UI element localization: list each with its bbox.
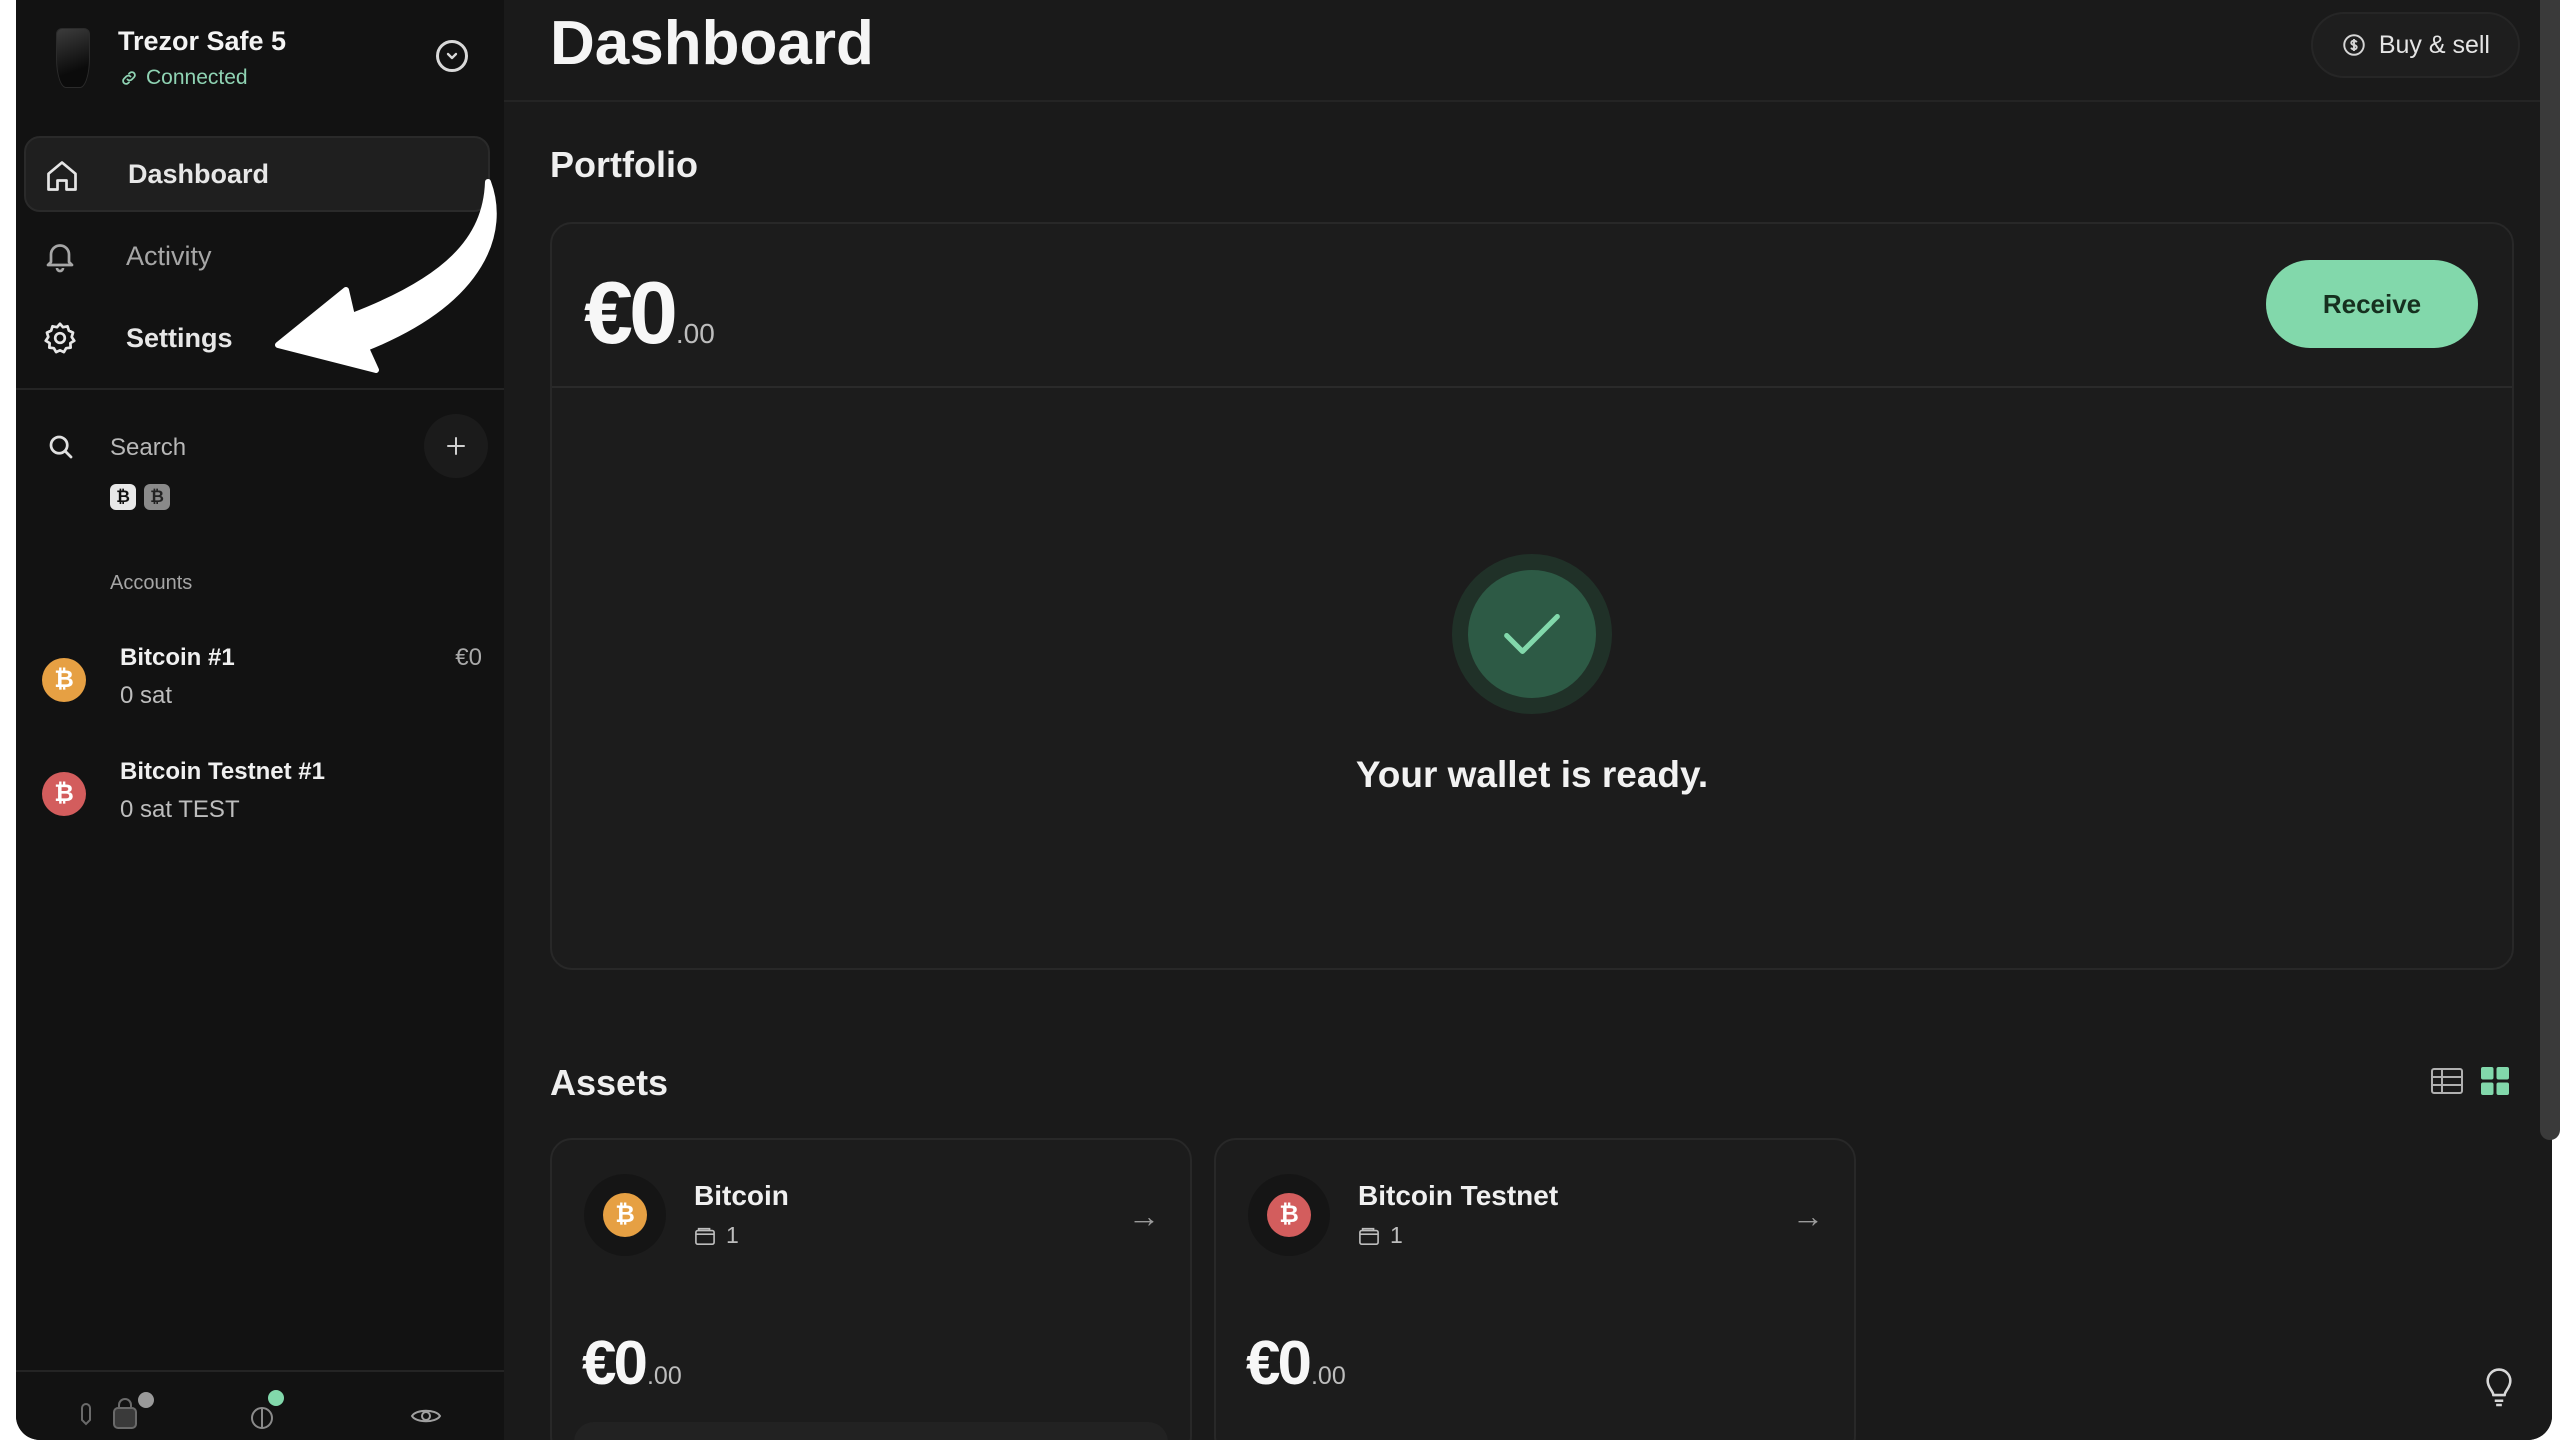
asset-amount: €0 .00	[582, 1328, 682, 1399]
accounts-heading: Accounts	[110, 572, 193, 594]
main-content: Dashboard Buy & sell Portfolio €0 .00 Re…	[504, 0, 2552, 1440]
asset-accounts-count: 1	[1358, 1222, 1403, 1249]
device-header[interactable]: Trezor Safe 5 Connected	[38, 22, 478, 102]
wallet-icon	[1359, 1227, 1379, 1245]
nav-item-activity[interactable]: Activity	[24, 218, 490, 294]
bitcoin-testnet-icon: ₿	[42, 772, 86, 816]
portfolio-header: €0 .00 Receive	[552, 224, 2512, 388]
checkmark-icon	[1468, 570, 1596, 698]
status-badge	[268, 1390, 284, 1406]
account-item-bitcoin-1[interactable]: ₿ Bitcoin #1 0 sat €0	[26, 636, 492, 736]
device-lock-icon[interactable]	[72, 1392, 154, 1434]
search-icon	[49, 435, 73, 459]
asset-amount-decimals: .00	[1310, 1362, 1346, 1390]
nav-label-settings: Settings	[126, 322, 233, 353]
asset-icon-wrapper: ₿	[584, 1174, 666, 1256]
gear-icon	[44, 322, 76, 354]
bell-icon	[46, 244, 74, 273]
account-balance: 0 sat TEST	[120, 796, 240, 823]
nav-item-settings[interactable]: Settings	[24, 300, 490, 376]
header-divider	[504, 100, 2552, 102]
portfolio-title: Portfolio	[550, 144, 698, 185]
eye-icon[interactable]	[406, 1394, 446, 1434]
buy-sell-button[interactable]: Buy & sell	[2310, 12, 2520, 78]
coin-filters: ₿ ₿	[110, 484, 170, 510]
app-window: Trezor Safe 5 Connected Dashboard Activi…	[16, 0, 2552, 1440]
page-title: Dashboard	[550, 9, 874, 78]
asset-amount-main: €0	[582, 1329, 648, 1398]
asset-amount-decimals: .00	[646, 1362, 682, 1390]
asset-card-footer	[574, 1422, 1168, 1440]
portfolio-amount-main: €0	[584, 263, 678, 362]
device-status-label: Connected	[146, 66, 248, 89]
dollar-circle-icon	[2343, 34, 2365, 56]
receive-button[interactable]: Receive	[2266, 260, 2478, 348]
nav-label-dashboard: Dashboard	[128, 158, 270, 189]
assets-title: Assets	[550, 1062, 669, 1103]
device-name: Trezor Safe 5	[118, 26, 287, 56]
discovery-icon[interactable]	[242, 1390, 284, 1434]
asset-name: Bitcoin	[694, 1180, 789, 1211]
buy-sell-label: Buy & sell	[2378, 30, 2490, 59]
chevron-down-icon[interactable]	[436, 40, 468, 72]
arrow-right-icon: →	[1128, 1198, 1160, 1234]
sidebar: Trezor Safe 5 Connected Dashboard Activi…	[16, 0, 504, 1440]
asset-card-bitcoin-testnet[interactable]: ₿ Bitcoin Testnet 1 → €0 .00	[1214, 1138, 1856, 1440]
search-bar[interactable]: Search	[16, 412, 504, 482]
wallet-icon	[695, 1227, 715, 1245]
nav-label-activity: Activity	[126, 240, 212, 271]
home-icon	[47, 161, 77, 191]
account-fiat-value: €0	[455, 644, 482, 671]
asset-accounts-count-value: 1	[726, 1222, 739, 1248]
plus-icon	[447, 437, 465, 455]
portfolio-amount-decimals: .00	[675, 318, 715, 349]
bitcoin-icon: ₿	[603, 1193, 647, 1237]
status-badge	[138, 1392, 154, 1408]
table-view-icon[interactable]	[2430, 1066, 2464, 1096]
bitcoin-testnet-icon: ₿	[1267, 1193, 1311, 1237]
device-image	[56, 28, 90, 88]
link-icon	[122, 71, 136, 85]
search-input[interactable]: Search	[110, 434, 186, 462]
asset-card-bitcoin[interactable]: ₿ Bitcoin 1 → €0 .00	[550, 1138, 1192, 1440]
view-toggle	[2430, 1066, 2512, 1096]
portfolio-amount: €0 .00	[584, 262, 715, 364]
asset-amount: €0 .00	[1246, 1328, 1346, 1399]
lightbulb-icon[interactable]	[2482, 1368, 2516, 1408]
asset-name: Bitcoin Testnet	[1358, 1180, 1559, 1211]
coin-filter-testnet[interactable]: ₿	[144, 484, 170, 510]
account-balance: 0 sat	[120, 682, 173, 709]
asset-accounts-count: 1	[694, 1222, 739, 1249]
bitcoin-icon: ₿	[42, 658, 86, 702]
wallet-ready-badge	[1452, 554, 1612, 714]
add-account-button[interactable]	[424, 414, 488, 478]
account-name: Bitcoin #1	[120, 644, 235, 671]
sidebar-divider	[16, 388, 504, 390]
device-status: Connected	[120, 66, 248, 90]
window-scrollbar[interactable]	[2540, 0, 2560, 1140]
wallet-ready-text: Your wallet is ready.	[1355, 754, 1709, 795]
coin-filter-bitcoin[interactable]: ₿	[110, 484, 136, 510]
nav-item-dashboard[interactable]: Dashboard	[24, 136, 490, 212]
arrow-right-icon: →	[1792, 1198, 1824, 1234]
sidebar-footer	[16, 1370, 504, 1440]
account-item-bitcoin-testnet-1[interactable]: ₿ Bitcoin Testnet #1 0 sat TEST	[26, 750, 492, 850]
portfolio-card: €0 .00 Receive Your wallet is ready.	[550, 222, 2514, 970]
asset-accounts-count-value: 1	[1390, 1222, 1403, 1248]
asset-icon-wrapper: ₿	[1248, 1174, 1330, 1256]
account-name: Bitcoin Testnet #1	[120, 758, 325, 785]
grid-view-icon[interactable]	[2478, 1066, 2512, 1096]
asset-amount-main: €0	[1246, 1329, 1312, 1398]
